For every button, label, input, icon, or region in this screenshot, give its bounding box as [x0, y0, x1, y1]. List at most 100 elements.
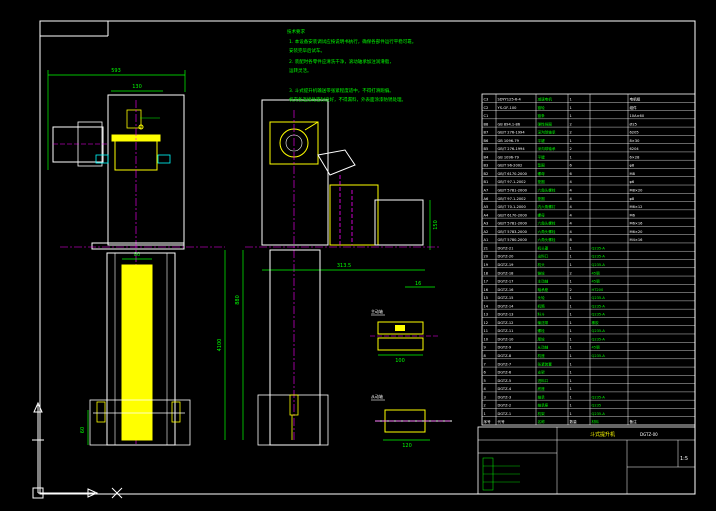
bom-cell-no: A2 [484, 230, 489, 234]
bom-cell-code: GB/T 276-1994 [498, 147, 526, 151]
bom-cell-name: 六角头螺栓 [538, 221, 556, 226]
bom-cell-no: 12 [484, 321, 489, 325]
bom-cell-qty: 1 [570, 346, 572, 350]
tensioner-right [171, 401, 181, 423]
bom-cell-name: 垫圈 [538, 179, 546, 184]
bom-cell-name: 机座 [538, 353, 546, 358]
bom-cell-name: 六角头螺栓 [538, 188, 556, 193]
bom-cell-name: 机架 [538, 411, 546, 416]
bom-cell-name: 轴承座 [538, 403, 549, 408]
bom-cell-qty: 1 [570, 106, 572, 110]
bom-cell-qty: 4 [570, 205, 573, 209]
bom-cell-no: 17 [484, 280, 489, 284]
bom-cell-qty: 1 [570, 296, 572, 300]
bom-cell-code: GB/T 5781-2000 [498, 189, 528, 193]
bom-cell-name: 六角头螺栓 [538, 237, 556, 242]
bom-cell-qty: 4 [570, 189, 573, 193]
bom-cell-mat: Q235-A [592, 337, 606, 341]
bom-cell-qty: 1 [570, 362, 572, 366]
technical-notes: 技术要求 1. 本设备安装调试应按说明书执行，确保各部件运行平稳可靠。 安装完毕… [287, 28, 416, 103]
notes-line-4: 运转灵活。 [289, 67, 312, 74]
detail-roller-bottom: 从动轴 120 [371, 393, 452, 449]
bom-cell-mat: Q235-A [592, 304, 606, 308]
bom-cell-mat: Q235-A [592, 329, 606, 333]
bom-cell-no: 7 [484, 362, 486, 366]
bom-cell-note: φ8 [630, 197, 635, 201]
bom-cell-mat: HT200 [592, 288, 604, 292]
notes-line-5: 3. 斗式提升机输送带张紧程度适中，不得打滑跑偏。 [289, 87, 394, 94]
notes-line-2: 安装完毕后试车。 [289, 47, 325, 54]
bom-cell-name: 深沟球轴承 [538, 130, 556, 135]
bom-cell-qty: 1 [570, 255, 572, 259]
dim-hopper-height: 150 [429, 200, 439, 250]
ucs-icon [32, 401, 123, 499]
bom-cell-name: 料斗 [538, 312, 546, 317]
bom-cell-code: GB 894.1-86 [498, 122, 521, 126]
bom-cell-qty: 1 [570, 412, 572, 416]
bom-cell-no: A6 [484, 197, 489, 201]
bom-cell-note: 6×28 [630, 155, 641, 159]
bom-cell-qty: 2 [570, 288, 572, 292]
bom-header-name: 名称 [538, 419, 546, 424]
bom-cell-qty: 1 [570, 97, 572, 101]
bom-cell-code: GB/T 276-1994 [498, 131, 526, 135]
bom-cell-qty: 4 [570, 230, 573, 234]
dim-total-height-text: 880 [235, 295, 241, 305]
head-base [91, 242, 185, 250]
bom-cell-code: GB 1096-79 [498, 139, 520, 143]
bom-cell-no: A5 [484, 205, 489, 209]
bom-cell-name: 出料口 [538, 254, 549, 259]
bom-cell-code: GB/T 70.1-2000 [498, 205, 527, 209]
bom-cell-name: 机头 [538, 262, 546, 267]
bom-cell-qty: 1 [570, 404, 572, 408]
bom-cell-no: 6 [484, 371, 487, 375]
bom-cell-qty: 1 [570, 379, 572, 383]
bom-cell-name: 链轮 [538, 105, 546, 110]
bom-cell-no: B6 [484, 139, 489, 143]
bom-cell-code: DGTZ-18 [498, 271, 515, 275]
bom-cell-no: 15 [484, 296, 489, 300]
bom-cell-no: 1 [484, 412, 486, 416]
bom-cell-name: 内六角螺钉 [538, 204, 556, 209]
hopper-box [374, 199, 424, 246]
notes-title: 技术要求 [287, 28, 305, 35]
bom-cell-note: M8 [630, 172, 636, 176]
bom-cell-name: 弹性挡圈 [538, 121, 553, 126]
bom-cell-code: DGTZ-11 [498, 329, 514, 333]
bom-cell-code: DGTZ-13 [498, 313, 514, 317]
bom-cell-name: 支架 [538, 370, 546, 375]
bom-cell-mat: 45钢 [592, 345, 601, 350]
bom-cell-name: 机头罩 [538, 245, 549, 250]
bom-cell-code: DGTZ-15 [498, 296, 514, 300]
bom-cell-mat: Q235-A [592, 296, 606, 300]
bom-cell-qty: 4 [570, 180, 573, 184]
bom-cell-code: DGTZ-4 [498, 387, 512, 391]
bom-cell-no: B3 [484, 164, 489, 168]
detail-bottom-label: 从动轴 [371, 393, 383, 399]
bom-cell-code: GB/T 97.1-2002 [498, 180, 526, 184]
notes-line-1: 1. 本设备安装调试应按说明书执行，确保各部件运行平稳可靠。 [289, 38, 416, 45]
bom-cell-no: 14 [484, 304, 489, 308]
bom-cell-name: 减速电机 [538, 96, 553, 101]
bom-cell-qty: 2 [570, 271, 572, 275]
bom-cell-no: 18 [484, 271, 489, 275]
bom-cell-code: GB/T 5783-2000 [498, 230, 528, 234]
bom-cell-no: A4 [484, 213, 489, 217]
dim-width-top-text: 593 [111, 68, 121, 74]
bom-cell-qty: 1 [570, 246, 572, 250]
bom-header-qty: 数量 [570, 419, 578, 424]
bom-cell-no: 8 [484, 354, 487, 358]
bom-cell-no: 16 [484, 288, 489, 292]
dim-chute: 130 [111, 84, 163, 92]
bom-cell-note: 6204 [630, 147, 640, 151]
dim-chute-text: 130 [132, 84, 142, 90]
bom-cell-note: 电机组 [630, 96, 641, 101]
dim-roller-bottom: 120 [383, 439, 430, 449]
bom-header-mat: 材料 [592, 419, 600, 424]
bom-cell-mat: Q235-A [592, 255, 606, 259]
bom-cell-name: 输送带 [538, 320, 549, 325]
bom-cell-code: DGTZ-6 [498, 371, 512, 375]
bom-cell-qty: 2 [570, 131, 572, 135]
bom-cell-name: 轴承 [538, 394, 546, 399]
bom-cell-note: 组件 [630, 105, 638, 110]
